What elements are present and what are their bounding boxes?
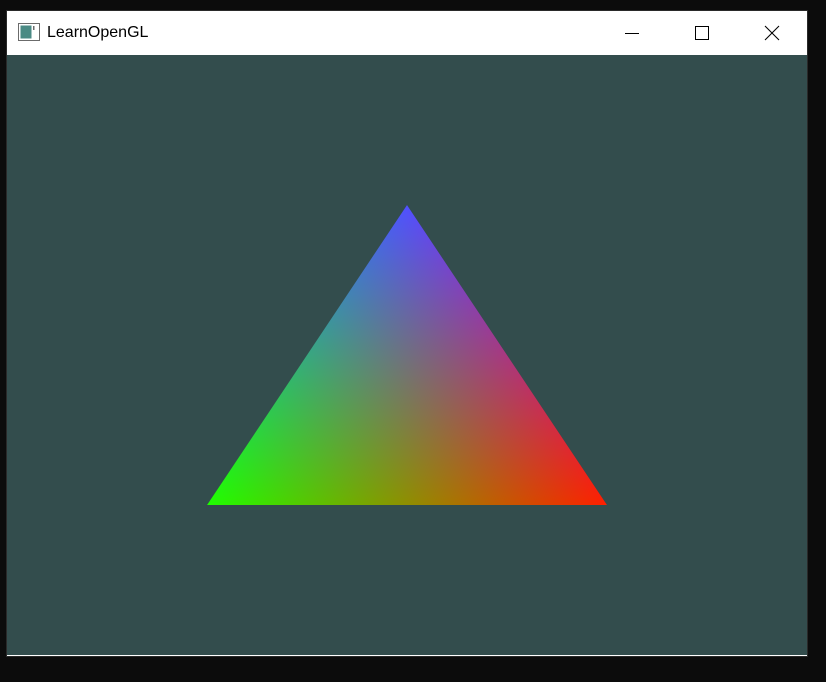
close-button[interactable]	[737, 11, 807, 55]
maximize-button[interactable]	[667, 11, 737, 55]
window-title: LearnOpenGL	[47, 24, 149, 41]
triangle	[207, 205, 607, 505]
maximize-icon	[695, 26, 709, 40]
close-icon	[764, 25, 780, 41]
minimize-icon	[625, 33, 639, 34]
title-bar[interactable]: LearnOpenGL	[7, 11, 807, 55]
app-window: LearnOpenGL	[7, 11, 807, 656]
minimize-button[interactable]	[597, 11, 667, 55]
render-canvas	[207, 205, 607, 505]
opengl-viewport[interactable]	[7, 55, 807, 655]
app-icon	[18, 23, 40, 41]
